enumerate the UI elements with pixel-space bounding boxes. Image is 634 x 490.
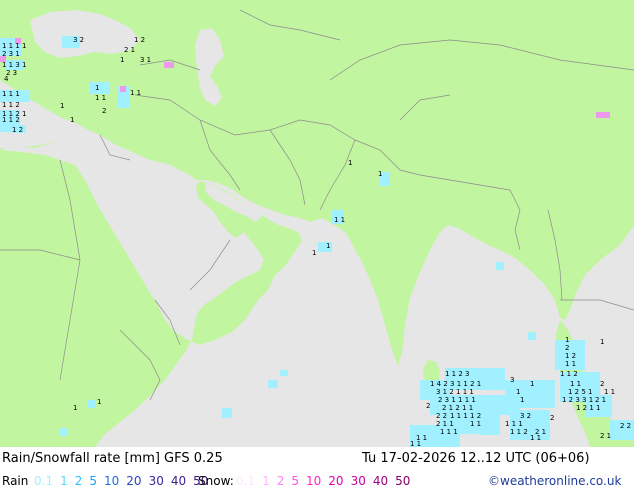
snow-legend: 0.1 1 2 5 10 20 30 40 50 xyxy=(236,474,410,488)
svg-text:1 1: 1 1 xyxy=(95,94,106,102)
svg-text:3 1 2 1 1 1: 3 1 2 1 1 1 xyxy=(436,388,474,396)
svg-text:1 1 1 1 2: 1 1 1 1 2 xyxy=(450,412,481,420)
footer-legend-row: Rain 0.1 1 2 5 10 20 30 40 50 Snow: 0.1 1 2 5 10 20 30… xyxy=(0,469,634,490)
svg-text:1 1 2: 1 1 2 xyxy=(560,370,578,378)
svg-text:1: 1 xyxy=(70,116,74,124)
rain-legend-level-1: 1 xyxy=(60,474,68,488)
rain-legend-level-10: 10 xyxy=(104,474,120,488)
svg-text:1: 1 xyxy=(516,388,520,396)
rain-legend-level-20: 20 xyxy=(126,474,142,488)
svg-text:2 3 1 1 1 1: 2 3 1 1 1 1 xyxy=(438,396,476,404)
svg-text:1 1: 1 1 xyxy=(604,388,615,396)
svg-text:3 2: 3 2 xyxy=(73,36,84,44)
svg-text:2: 2 xyxy=(565,344,569,352)
svg-text:4: 4 xyxy=(4,75,9,83)
svg-text:1 1 2 3: 1 1 2 3 xyxy=(445,370,470,378)
svg-text:2: 2 xyxy=(600,380,604,388)
svg-text:1: 1 xyxy=(120,56,124,64)
svg-text:1: 1 xyxy=(97,398,101,406)
svg-text:1 2: 1 2 xyxy=(134,36,145,44)
svg-text:2 1: 2 1 xyxy=(595,396,606,404)
svg-text:2 2: 2 2 xyxy=(620,422,631,430)
rain-legend-level-0-1: 0.1 xyxy=(34,474,54,488)
svg-text:1 1: 1 1 xyxy=(470,420,481,428)
snow-legend-level-1: 1 xyxy=(262,474,270,488)
snow-legend-level-5: 5 xyxy=(291,474,300,488)
snow-legend-level-0-1: 0.1 xyxy=(236,474,256,488)
svg-text:1 1 2: 1 1 2 xyxy=(2,101,20,109)
svg-text:1 1: 1 1 xyxy=(530,434,541,442)
map-title: Rain/Snowfall rate [mm] GFS 0.25 xyxy=(2,451,223,466)
snow-legend-level-40: 40 xyxy=(372,474,389,488)
svg-text:2 1: 2 1 xyxy=(124,46,135,54)
rain-legend-level-40: 40 xyxy=(170,474,187,488)
svg-text:1: 1 xyxy=(312,249,316,257)
footer-top-row: Rain/Snowfall rate [mm] GFS 0.25 Tu 17-0… xyxy=(0,447,634,469)
svg-text:1: 1 xyxy=(73,404,77,412)
snow-legend-label: Snow: xyxy=(198,474,234,488)
rain-legend-level-30: 30 xyxy=(148,474,164,488)
svg-text:2 1 1: 2 1 1 xyxy=(436,420,454,428)
svg-text:1: 1 xyxy=(60,102,64,110)
svg-text:1: 1 xyxy=(95,84,99,92)
svg-text:3: 3 xyxy=(510,376,514,384)
snow-legend-level-2: 2 xyxy=(276,474,285,488)
snow-legend-level-20: 20 xyxy=(328,474,344,488)
map-datetime: Tu 17-02-2026 12..12 UTC (06+06) xyxy=(362,451,590,466)
svg-text:2: 2 xyxy=(426,402,430,410)
rain-legend-level-2: 2 xyxy=(74,474,83,488)
svg-text:1 2 1 1: 1 2 1 1 xyxy=(576,404,601,412)
svg-text:2 1 2 1 1: 2 1 2 1 1 xyxy=(442,404,473,412)
svg-text:2: 2 xyxy=(102,107,106,115)
rain-legend-label: Rain xyxy=(2,474,29,488)
snow-legend-level-10: 10 xyxy=(306,474,322,488)
svg-text:1: 1 xyxy=(530,380,534,388)
svg-text:3 2: 3 2 xyxy=(520,412,531,420)
svg-text:1: 1 xyxy=(600,338,604,346)
rain-legend-level-5: 5 xyxy=(89,474,98,488)
svg-text:2: 2 xyxy=(550,414,554,422)
svg-text:1 2 5 1: 1 2 5 1 xyxy=(568,388,593,396)
svg-text:3 1: 3 1 xyxy=(140,56,151,64)
svg-text:1 1: 1 1 xyxy=(410,440,421,447)
svg-text:1 1: 1 1 xyxy=(570,380,581,388)
svg-text:1 1 3 1: 1 1 3 1 xyxy=(2,61,27,69)
snow-legend-level-50: 50 xyxy=(395,474,411,488)
svg-text:1 1 1: 1 1 1 xyxy=(2,90,20,98)
svg-text:1 1: 1 1 xyxy=(334,216,345,224)
svg-text:1 1 2: 1 1 2 xyxy=(2,116,20,124)
svg-text:1 1 1 1: 1 1 1 1 xyxy=(2,42,27,50)
svg-text:1 1 2: 1 1 2 xyxy=(510,428,528,436)
svg-text:1 1: 1 1 xyxy=(565,360,576,368)
svg-text:1 1 1: 1 1 1 xyxy=(505,420,523,428)
svg-text:1: 1 xyxy=(348,159,352,167)
svg-text:1 4 2 3 1 1 2 1: 1 4 2 3 1 1 2 1 xyxy=(430,380,481,388)
rain-legend: 0.1 1 2 5 10 20 30 40 50 xyxy=(34,474,208,488)
svg-text:1: 1 xyxy=(326,242,330,250)
credit-text: ©weatheronline.co.uk xyxy=(488,474,622,488)
svg-text:1 2 3 3 1: 1 2 3 3 1 xyxy=(562,396,593,404)
svg-text:1 2: 1 2 xyxy=(12,126,23,134)
svg-text:1: 1 xyxy=(520,396,524,404)
snow-legend-level-30: 30 xyxy=(350,474,366,488)
svg-text:1 1 1: 1 1 1 xyxy=(440,428,458,436)
svg-text:1 2: 1 2 xyxy=(565,352,576,360)
precipitation-map: 3 2 1 2 1 1 1 1 2 1 2 3 1 1 3 1 1 1 3 1 … xyxy=(0,0,634,447)
svg-text:2 2: 2 2 xyxy=(436,412,447,420)
svg-text:1: 1 xyxy=(565,336,569,344)
svg-text:2 1: 2 1 xyxy=(600,432,611,440)
svg-text:2 3 1: 2 3 1 xyxy=(2,50,20,58)
svg-text:1: 1 xyxy=(378,170,382,178)
svg-text:1 1: 1 1 xyxy=(130,89,141,97)
